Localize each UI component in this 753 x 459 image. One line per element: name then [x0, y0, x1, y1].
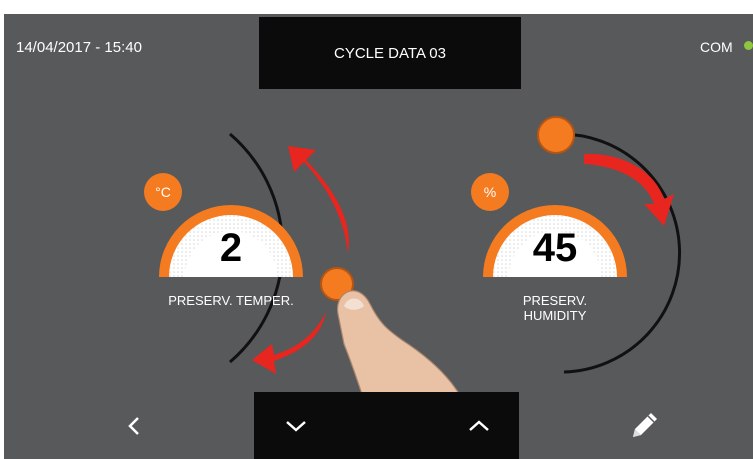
- increase-arrow-icon: [288, 146, 349, 254]
- humidity-label-line2: HUMIDITY: [523, 308, 587, 323]
- pencil-icon: [633, 412, 657, 437]
- bottom-toolbar: [4, 392, 753, 459]
- humidity-slider-handle[interactable]: [537, 116, 575, 154]
- control-panel-screen: 14/04/2017 - 15:40 CYCLE DATA 03 COM °C …: [4, 14, 753, 459]
- temperature-value: 2: [219, 226, 243, 270]
- chevron-down-icon: [286, 420, 306, 432]
- humidity-value: 45: [532, 226, 578, 270]
- chevron-up-icon: [469, 419, 489, 431]
- chevron-left-icon: [128, 416, 139, 435]
- humidity-label: PRESERV. HUMIDITY: [455, 293, 655, 323]
- humidity-label-line1: PRESERV.: [522, 293, 588, 308]
- temperature-label-line1: PRESERV. TEMPER.: [168, 293, 294, 308]
- humidity-unit-badge: %: [471, 173, 509, 211]
- decrease-button[interactable]: [256, 392, 336, 459]
- temperature-unit-badge: °C: [144, 173, 182, 211]
- back-button[interactable]: [99, 392, 169, 459]
- increase-button[interactable]: [439, 392, 519, 459]
- edit-button[interactable]: [609, 392, 679, 459]
- temperature-label: PRESERV. TEMPER.: [131, 293, 331, 308]
